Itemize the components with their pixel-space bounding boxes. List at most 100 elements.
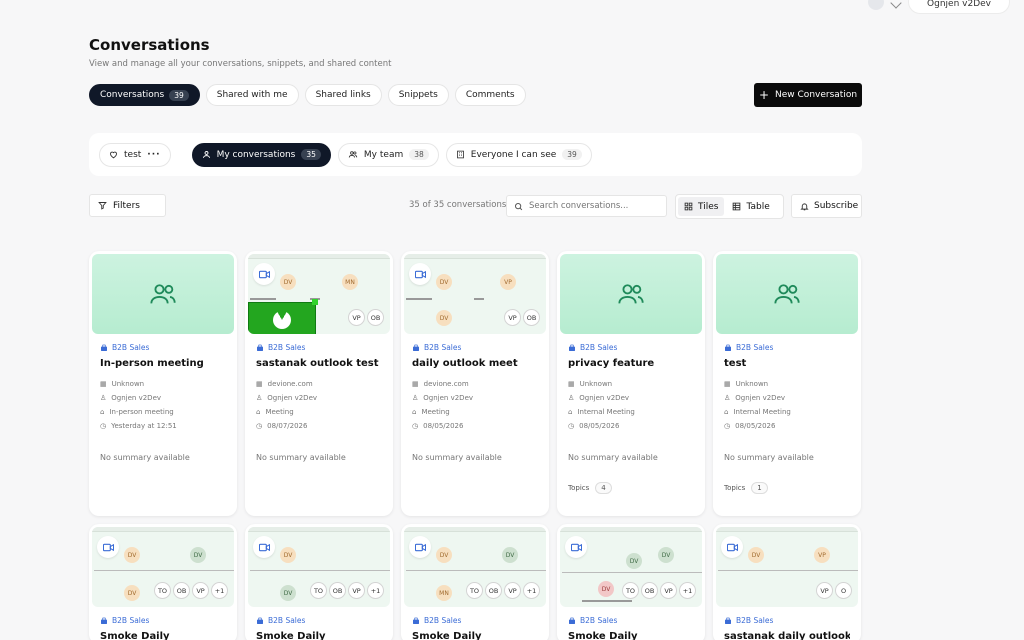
card-title[interactable]: privacy feature <box>568 358 694 369</box>
card-type: ⌂ Internal Meeting <box>724 408 791 416</box>
tag-icon: ⌂ <box>724 408 729 416</box>
participant-avatar: +1 <box>367 582 384 599</box>
card-date: ◷ 08/07/2026 <box>256 422 308 430</box>
category-icon <box>413 617 419 624</box>
card-type: ⌂ Meeting <box>412 408 450 416</box>
card-title[interactable]: daily outlook meet <box>412 358 538 369</box>
building-icon <box>456 150 464 159</box>
participant-avatar: VP <box>504 309 521 326</box>
clock-icon: ◷ <box>412 422 419 430</box>
user-icon: ♙ <box>568 394 575 402</box>
tag-icon: ⌂ <box>100 408 105 416</box>
table-icon <box>733 202 741 211</box>
participants: TO OB VP +1 <box>310 582 384 599</box>
tag-icon: ⌂ <box>412 408 417 416</box>
participant-avatar: TO <box>310 582 327 599</box>
filters-button[interactable]: Filters <box>89 194 166 217</box>
conversation-card[interactable]: DV VP VP O B2B Sales sastanak daily outl… <box>713 524 861 640</box>
participant-avatar: VP <box>348 582 365 599</box>
thumb-avatar: MN <box>436 585 452 601</box>
participants: TO OB VP +1 <box>154 582 228 599</box>
card-source: ▦ Unknown <box>100 380 145 388</box>
conversation-card[interactable]: B2B Sales In-person meeting ▦ Unknown ♙ Og… <box>89 251 237 516</box>
conversation-card[interactable]: B2B Sales privacy feature ▦ Unknown ♙ Ognj… <box>557 251 705 516</box>
card-category: B2B Sales <box>568 616 694 625</box>
scope-filter-bar: test ··· My conversations 35 My team 38 … <box>89 133 862 176</box>
conversation-card[interactable]: B2B Sales test ▦ Unknown ♙ Ognjen v2Dev ⌂ I… <box>713 251 861 516</box>
card-owner: ♙ Ognjen v2Dev <box>568 394 630 402</box>
card-category: B2B Sales <box>256 343 382 352</box>
users-icon <box>348 151 358 158</box>
card-owner: ♙ Ognjen v2Dev <box>100 394 162 402</box>
category-icon <box>101 344 107 351</box>
card-source: ▦ Unknown <box>724 380 769 388</box>
users-icon <box>774 284 800 304</box>
video-icon <box>253 263 275 285</box>
more-options-icon[interactable]: ··· <box>147 150 160 160</box>
card-title[interactable]: sastanak daily outlook <box>724 631 850 640</box>
scope-my-conversations[interactable]: My conversations 35 <box>191 142 331 167</box>
card-type: ⌂ Meeting <box>256 408 294 416</box>
conversation-card[interactable]: DV MN VP OB B2B Sales sastanak outlook t… <box>245 251 393 516</box>
tab-shared-with-me[interactable]: Shared with me <box>205 84 299 106</box>
conversation-card[interactable]: DV VP DV VP OB B2B Sales daily outlook m… <box>401 251 549 516</box>
card-title[interactable]: Smoke Daily <box>100 631 226 640</box>
card-title[interactable]: test <box>724 358 850 369</box>
card-title[interactable]: Smoke Daily <box>256 631 382 640</box>
user-menu[interactable]: Ognjen v2Dev <box>868 0 1010 14</box>
conversation-card[interactable]: DV DV DV TO OB VP +1 B2B Sales Smoke Dai… <box>89 524 237 640</box>
user-icon: ♙ <box>256 394 263 402</box>
conversation-card[interactable]: DV DV TO OB VP +1 B2B Sales Smoke Daily <box>245 524 393 640</box>
scope-everyone[interactable]: Everyone I can see 39 <box>445 142 592 167</box>
participant-avatar: OB <box>173 582 190 599</box>
participant-avatar: TO <box>466 582 483 599</box>
content-tabs: Conversations 39 Shared with me Shared l… <box>89 84 526 106</box>
scope-my-team[interactable]: My team 38 <box>337 142 439 167</box>
participant-avatar: VP <box>504 582 521 599</box>
tiles-view-button[interactable]: Tiles <box>678 197 725 216</box>
tab-conversations[interactable]: Conversations 39 <box>89 84 200 106</box>
conversation-card[interactable]: DV DV MN TO OB VP +1 B2B Sales Smoke Dai… <box>401 524 549 640</box>
video-icon <box>409 536 431 558</box>
participants: VP OB <box>504 309 540 326</box>
search-input[interactable] <box>529 201 659 211</box>
saved-filter-test[interactable]: test ··· <box>99 142 171 167</box>
user-name[interactable]: Ognjen v2Dev <box>908 0 1010 14</box>
user-icon <box>202 151 210 158</box>
thumb-avatar: VP <box>500 274 516 290</box>
page-header: Conversations View and manage all your c… <box>89 36 391 69</box>
participant-avatar: OB <box>367 309 384 326</box>
card-thumbnail: DV MN VP OB <box>248 254 390 334</box>
card-title[interactable]: sastanak outlook test <box>256 358 382 369</box>
card-title[interactable]: Smoke Daily <box>568 631 694 640</box>
thumb-avatar: DV <box>280 274 296 290</box>
tab-shared-links[interactable]: Shared links <box>304 84 382 106</box>
table-view-button[interactable]: Table <box>726 197 775 216</box>
participant-avatar: O <box>835 582 852 599</box>
card-title[interactable]: Smoke Daily <box>412 631 538 640</box>
card-title[interactable]: In-person meeting <box>100 358 226 369</box>
card-type: ⌂ In-person meeting <box>100 408 174 416</box>
card-category: B2B Sales <box>412 616 538 625</box>
building-icon: ▦ <box>568 380 575 388</box>
card-category: B2B Sales <box>724 343 850 352</box>
thumb-avatar: DV <box>626 553 642 569</box>
category-icon <box>413 344 419 351</box>
filter-icon <box>98 202 107 210</box>
card-date: ◷ 08/05/2026 <box>568 422 620 430</box>
conversation-card[interactable]: DV DV DV TO OB VP +1 B2B Sales Smoke Dai… <box>557 524 705 640</box>
search-box[interactable] <box>506 195 667 217</box>
subscribe-button[interactable]: Subscribe <box>791 194 862 218</box>
thumb-avatar: DV <box>436 310 452 326</box>
tab-comments[interactable]: Comments <box>454 84 526 106</box>
category-icon <box>569 617 575 624</box>
new-conversation-button[interactable]: + New Conversation <box>754 83 862 107</box>
card-category: B2B Sales <box>100 616 226 625</box>
card-summary: No summary available <box>100 453 190 462</box>
tab-snippets[interactable]: Snippets <box>387 84 449 106</box>
participant-avatar: VP <box>816 582 833 599</box>
thumb-avatar: DV <box>280 585 296 601</box>
notification-icon[interactable] <box>868 0 885 10</box>
card-source: ▦ devione.com <box>412 380 469 388</box>
tag-icon: ⌂ <box>256 408 261 416</box>
